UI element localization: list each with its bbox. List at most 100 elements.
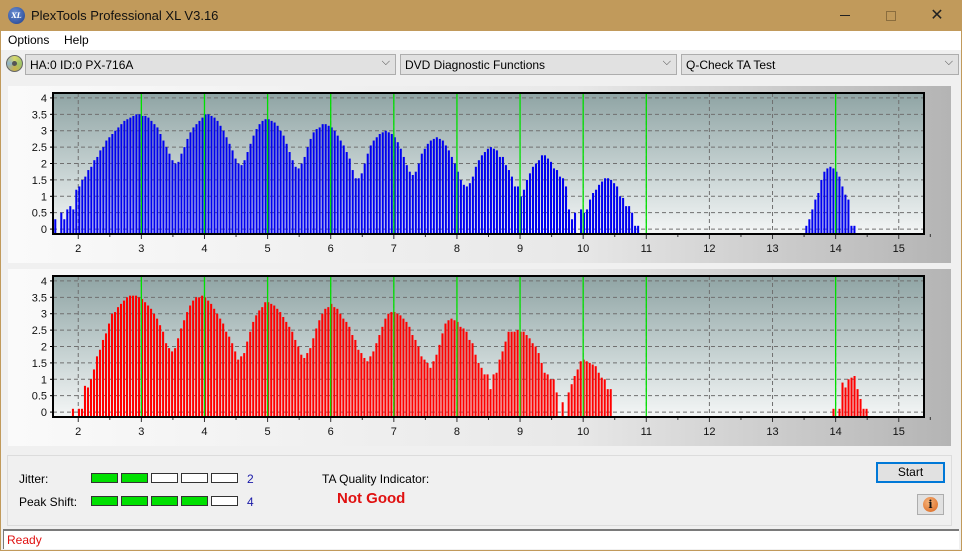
histogram-bar xyxy=(108,137,111,233)
function-select[interactable]: DVD Diagnostic Functions ⌵ xyxy=(400,54,677,75)
histogram-bar xyxy=(177,338,180,416)
y-tick-label: 0 xyxy=(41,407,47,419)
histogram-bar xyxy=(865,408,868,416)
histogram-bar xyxy=(195,124,198,233)
histogram-bar xyxy=(339,140,342,233)
histogram-bar xyxy=(844,387,847,416)
histogram-bar xyxy=(441,333,444,416)
x-tick-label: 7 xyxy=(391,243,397,255)
histogram-bar xyxy=(832,408,835,416)
histogram-bar xyxy=(423,359,426,416)
x-tick-label: 3 xyxy=(138,426,144,438)
histogram-bar xyxy=(207,114,210,233)
histogram-bar xyxy=(856,389,859,416)
histogram-bar xyxy=(438,138,441,233)
histogram-bar xyxy=(501,351,504,416)
histogram-bar xyxy=(603,379,606,416)
jitter-meter xyxy=(91,473,238,484)
close-icon: ✕ xyxy=(930,6,944,24)
histogram-bar xyxy=(853,376,856,416)
histogram-bar xyxy=(507,170,510,233)
histogram-bar xyxy=(450,156,453,233)
close-button[interactable]: ✕ xyxy=(914,0,960,31)
histogram-bar xyxy=(510,331,513,416)
histogram-bar xyxy=(258,310,261,416)
histogram-bar xyxy=(171,351,174,416)
histogram-bar xyxy=(862,408,865,416)
histogram-bar xyxy=(528,173,531,233)
info-button[interactable]: i xyxy=(917,494,944,515)
histogram-bar xyxy=(342,318,345,416)
histogram-bar xyxy=(384,318,387,416)
histogram-bar xyxy=(408,326,411,416)
histogram-bar xyxy=(850,377,853,416)
test-select[interactable]: Q-Check TA Test ⌵ xyxy=(681,54,959,75)
drive-select[interactable]: HA:0 ID:0 PX-716A ⌵ xyxy=(25,54,396,75)
histogram-bar xyxy=(453,163,456,233)
y-tick-label: 3.5 xyxy=(32,109,47,121)
histogram-bar xyxy=(309,138,312,233)
histogram-bar xyxy=(601,181,604,233)
histogram-bar xyxy=(423,148,426,233)
histogram-bar xyxy=(189,305,192,416)
histogram-bar xyxy=(540,155,544,233)
maximize-icon xyxy=(886,10,896,21)
y-tick-label: 2 xyxy=(41,342,47,354)
histogram-bar xyxy=(411,174,414,233)
histogram-bar xyxy=(525,335,528,416)
histogram-bar xyxy=(297,346,300,416)
histogram-bar xyxy=(438,344,441,416)
histogram-bar xyxy=(607,178,610,233)
x-tick-label: 2 xyxy=(75,243,81,255)
y-tick-label: 0 xyxy=(41,224,47,236)
histogram-bar xyxy=(417,163,420,233)
results-group: Jitter: 2 Peak Shift: 4 TA Quality Indic… xyxy=(7,455,952,526)
histogram-bar xyxy=(312,338,315,416)
histogram-bar xyxy=(552,379,555,416)
y-tick-label: 3 xyxy=(41,309,47,321)
x-tick-label: 14 xyxy=(830,243,842,255)
histogram-bar xyxy=(369,145,372,233)
menu-help[interactable]: Help xyxy=(64,33,89,47)
histogram-bar xyxy=(72,209,75,233)
bottom-chart-panel: 0 0.5 1 1.5 2 2.5 3 3.5 4 2 3 4 5 6 7 8 9 10 11 12 13 14 15 xyxy=(8,269,951,446)
window-title: PlexTools Professional XL V3.16 xyxy=(31,8,219,23)
histogram-bar xyxy=(369,356,372,416)
histogram-bar xyxy=(546,374,549,416)
histogram-bar xyxy=(138,297,141,416)
histogram-bar xyxy=(252,135,255,233)
app-logo-icon: XL xyxy=(8,7,25,24)
menu-options[interactable]: Options xyxy=(8,33,49,47)
histogram-bar xyxy=(531,166,534,233)
histogram-bar xyxy=(102,147,105,233)
histogram-bar xyxy=(117,127,120,233)
y-tick-label: 0.5 xyxy=(32,208,47,220)
histogram-bar xyxy=(363,357,366,416)
test-select-value: Q-Check TA Test xyxy=(686,58,776,72)
y-tick-label: 4 xyxy=(41,276,47,288)
histogram-bar xyxy=(201,117,204,233)
status-text: Ready xyxy=(7,533,42,547)
histogram-bar xyxy=(333,307,336,416)
histogram-bar xyxy=(411,335,414,416)
histogram-bar xyxy=(294,339,297,416)
histogram-bar xyxy=(381,326,384,416)
histogram-bar xyxy=(114,130,117,233)
start-button[interactable]: Start xyxy=(876,462,945,483)
histogram-bar xyxy=(405,165,408,233)
histogram-bar xyxy=(631,212,634,233)
histogram-bar xyxy=(844,194,847,233)
histogram-bar xyxy=(613,183,616,233)
drive-select-value: HA:0 ID:0 PX-716A xyxy=(30,58,134,72)
maximize-button[interactable] xyxy=(868,0,914,31)
histogram-bar xyxy=(116,307,120,416)
histogram-bar xyxy=(135,114,138,233)
histogram-bar xyxy=(129,117,132,233)
x-tick-label: 2 xyxy=(75,426,81,438)
histogram-bar xyxy=(381,132,384,233)
histogram-bar xyxy=(171,160,174,233)
minimize-button[interactable] xyxy=(822,0,868,31)
histogram-bar xyxy=(480,367,483,416)
histogram-bar xyxy=(387,132,390,233)
histogram-bar xyxy=(255,129,258,233)
